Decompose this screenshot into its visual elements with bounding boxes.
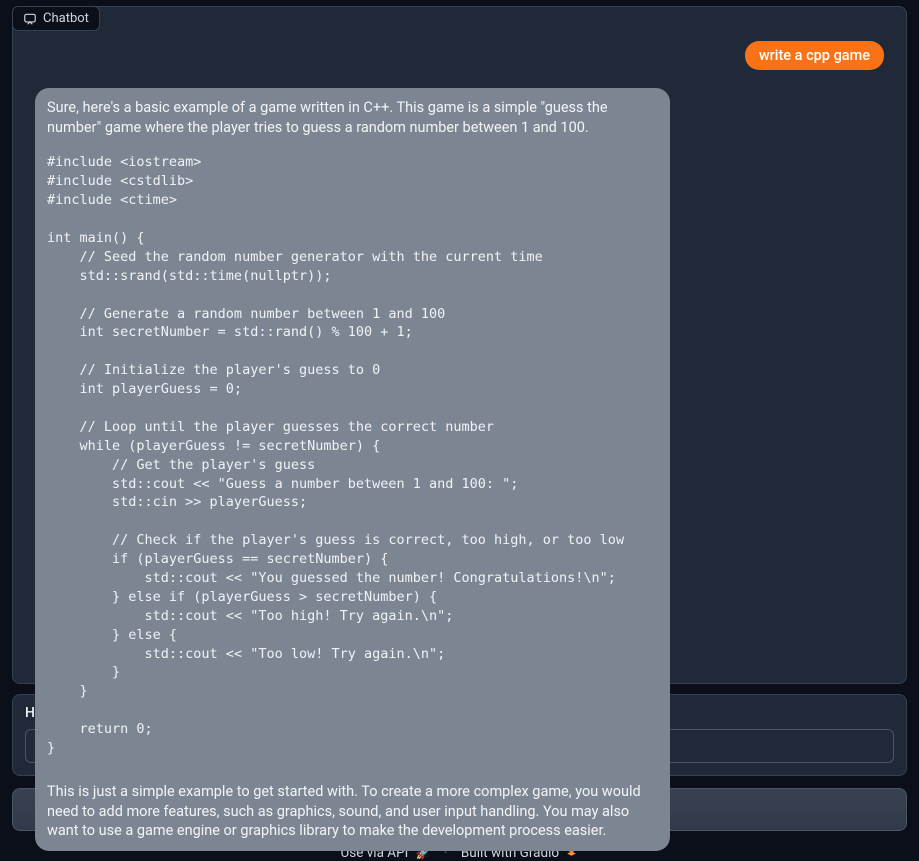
user-message-row: write a cpp game — [35, 41, 884, 70]
bot-message-row: Sure, here's a basic example of a game w… — [35, 88, 884, 851]
bot-message: Sure, here's a basic example of a game w… — [35, 88, 670, 851]
chat-icon — [23, 12, 37, 26]
chat-area: write a cpp game Sure, here's a basic ex… — [13, 7, 906, 683]
user-message: write a cpp game — [745, 41, 884, 70]
chatbot-panel: Chatbot write a cpp game Sure, here's a … — [12, 6, 907, 684]
chatbot-header: Chatbot — [12, 6, 100, 31]
chatbot-title: Chatbot — [43, 11, 89, 26]
bot-code-block: #include <iostream> #include <cstdlib> #… — [47, 153, 658, 758]
bot-intro-text: Sure, here's a basic example of a game w… — [47, 98, 658, 137]
bot-outro-text: This is just a simple example to get sta… — [47, 782, 658, 841]
